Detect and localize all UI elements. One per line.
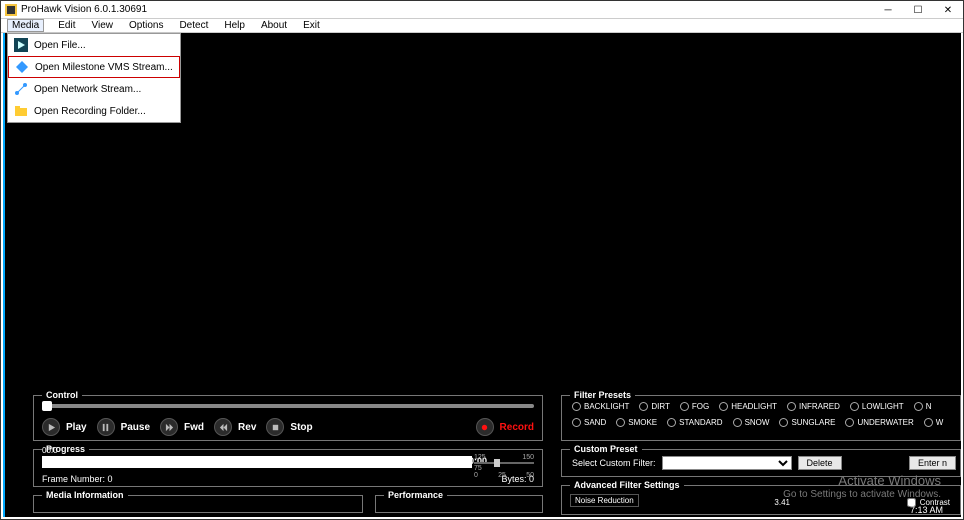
progress-panel: Progress 00:0 00:00 125150 75 02550 Fram… <box>33 449 543 487</box>
menu-view[interactable]: View <box>89 20 115 31</box>
taskbar-clock: 7:13 AM <box>910 505 943 515</box>
preset-fog[interactable]: FOG <box>680 402 709 411</box>
preset-headlight[interactable]: HEADLIGHT <box>719 402 777 411</box>
preset-smoke[interactable]: SMOKE <box>616 418 657 427</box>
dropdown-open-file[interactable]: Open File... <box>8 34 180 56</box>
preset-lowlight[interactable]: LOWLIGHT <box>850 402 904 411</box>
control-panel: Control Play Pause Fwd Rev <box>33 395 543 441</box>
window-maximize-button[interactable]: ☐ <box>903 1 933 19</box>
custom-preset-panel: Custom Preset Select Custom Filter: Dele… <box>561 449 961 477</box>
play-icon <box>42 418 60 436</box>
noise-reduction-value: 3.41 <box>774 498 790 507</box>
performance-legend: Performance <box>384 490 447 500</box>
folder-icon <box>14 104 28 118</box>
filter-presets-legend: Filter Presets <box>570 390 635 400</box>
preset-underwater[interactable]: UNDERWATER <box>845 418 913 427</box>
dropdown-open-milestone[interactable]: Open Milestone VMS Stream... <box>8 56 180 78</box>
app-icon <box>5 4 17 16</box>
rev-button[interactable]: Rev <box>214 418 256 436</box>
advanced-filter-panel: Advanced Filter Settings Noise Reduction… <box>561 485 961 515</box>
progress-bar[interactable] <box>42 456 472 468</box>
menu-options[interactable]: Options <box>127 20 165 31</box>
window-close-button[interactable]: ✕ <box>933 1 963 19</box>
preset-standard[interactable]: STANDARD <box>667 418 722 427</box>
control-slider-thumb[interactable] <box>42 401 52 411</box>
preset-n[interactable]: N <box>914 402 932 411</box>
control-slider-track[interactable] <box>42 404 534 408</box>
network-icon <box>14 82 28 96</box>
frame-number-label: Frame Number: 0 <box>42 474 113 484</box>
play-button[interactable]: Play <box>42 418 87 436</box>
noise-reduction-group: Noise Reduction <box>570 494 639 507</box>
media-info-legend: Media Information <box>42 490 128 500</box>
media-dropdown: Open File... Open Milestone VMS Stream..… <box>7 33 181 123</box>
title-bar: ProHawk Vision 6.0.1.30691 ─ ☐ ✕ <box>1 1 963 19</box>
bytes-label: Bytes: 0 <box>501 474 534 484</box>
menu-edit[interactable]: Edit <box>56 20 77 31</box>
preset-infrared[interactable]: INFRARED <box>787 402 840 411</box>
advanced-filter-legend: Advanced Filter Settings <box>570 480 684 490</box>
dropdown-item-label: Open Milestone VMS Stream... <box>35 62 173 73</box>
media-info-panel: Media Information <box>33 495 363 513</box>
pause-icon <box>97 418 115 436</box>
fwd-icon <box>160 418 178 436</box>
diamond-icon <box>15 60 29 74</box>
performance-panel: Performance <box>375 495 543 513</box>
rev-icon <box>214 418 232 436</box>
enter-name-button[interactable]: Enter n <box>909 456 956 470</box>
custom-preset-label: Select Custom Filter: <box>572 458 656 468</box>
custom-preset-legend: Custom Preset <box>570 444 642 454</box>
record-button[interactable]: Record <box>476 418 534 436</box>
stop-icon <box>266 418 284 436</box>
dropdown-item-label: Open Network Stream... <box>34 84 141 95</box>
preset-sand[interactable]: SAND <box>572 418 606 427</box>
menu-exit[interactable]: Exit <box>301 20 322 31</box>
window-minimize-button[interactable]: ─ <box>873 1 903 19</box>
dropdown-open-network[interactable]: Open Network Stream... <box>8 78 180 100</box>
fwd-button[interactable]: Fwd <box>160 418 204 436</box>
dropdown-item-label: Open File... <box>34 40 86 51</box>
menu-bar: Media Edit View Options Detect Help Abou… <box>1 19 963 33</box>
filter-presets-panel: Filter Presets BACKLIGHT DIRT FOG HEADLI… <box>561 395 961 441</box>
control-legend: Control <box>42 390 82 400</box>
menu-help[interactable]: Help <box>222 20 247 31</box>
preset-w[interactable]: W <box>924 418 944 427</box>
preset-dirt[interactable]: DIRT <box>639 402 670 411</box>
menu-media[interactable]: Media <box>7 19 44 32</box>
stop-button[interactable]: Stop <box>266 418 312 436</box>
record-icon <box>476 418 494 436</box>
preset-backlight[interactable]: BACKLIGHT <box>572 402 629 411</box>
custom-filter-select[interactable] <box>662 456 792 470</box>
menu-detect[interactable]: Detect <box>177 20 210 31</box>
dropdown-open-recording[interactable]: Open Recording Folder... <box>8 100 180 122</box>
preset-sunglare[interactable]: SUNGLARE <box>779 418 835 427</box>
play-file-icon <box>14 38 28 52</box>
window-title: ProHawk Vision 6.0.1.30691 <box>21 4 147 15</box>
progress-start-time: 00:0 <box>42 446 58 455</box>
pause-button[interactable]: Pause <box>97 418 150 436</box>
dropdown-item-label: Open Recording Folder... <box>34 106 146 117</box>
menu-about[interactable]: About <box>259 20 289 31</box>
delete-button[interactable]: Delete <box>798 456 842 470</box>
preset-snow[interactable]: SNOW <box>733 418 770 427</box>
